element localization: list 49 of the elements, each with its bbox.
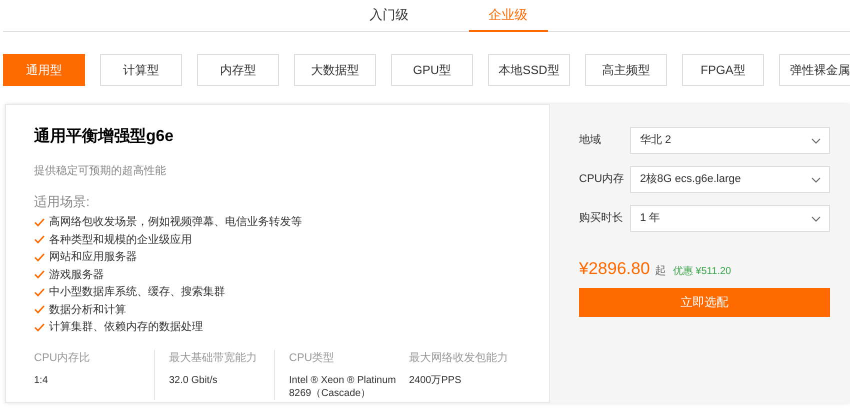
- field-label: 购买时长: [579, 211, 624, 226]
- select-field[interactable]: 华北 2: [630, 127, 830, 154]
- chevron-down-icon: [811, 176, 821, 182]
- category-tab[interactable]: 内存型: [197, 54, 279, 86]
- check-icon: [34, 235, 45, 244]
- scenario-item: 网站和应用服务器: [49, 250, 137, 265]
- tier-tab[interactable]: 入门级: [350, 0, 428, 32]
- spec-label: 最大网络收发包能力: [409, 350, 509, 366]
- scenario-item: 数据分析和计算: [49, 302, 126, 318]
- check-icon: [34, 305, 45, 314]
- select-field[interactable]: 2核8G ecs.g6e.large: [630, 166, 830, 193]
- check-icon: [34, 218, 45, 227]
- select-value: 华北 2: [640, 133, 672, 148]
- category-tab[interactable]: 计算型: [100, 54, 182, 86]
- check-icon: [34, 270, 45, 280]
- select-value: 1 年: [640, 211, 660, 226]
- scenario-item: 各种类型和规模的企业级应用: [49, 232, 192, 248]
- category-tab[interactable]: 高主频型: [585, 54, 667, 86]
- chevron-down-icon: [811, 216, 821, 222]
- category-tab[interactable]: FPGA型: [682, 54, 764, 86]
- category-tab[interactable]: 本地SSD型: [488, 54, 570, 86]
- check-icon: [34, 252, 45, 262]
- scenario-item: 中小型数据库系统、缓存、搜索集群: [49, 284, 225, 300]
- spec-label: CPU类型: [289, 350, 336, 366]
- scenario-item: 高网络包收发场景，例如视频弹幕、电信业务转发等: [49, 214, 302, 230]
- discount: 优惠 ¥511.20: [672, 264, 732, 279]
- spec-label: 最大基础带宽能力: [169, 350, 258, 366]
- price-suffix: 起: [654, 264, 666, 279]
- chevron-down-icon: [811, 138, 821, 144]
- field-label: CPU内存: [579, 172, 626, 188]
- price: ¥2896.80: [579, 258, 650, 280]
- spec-value: Intel ® Xeon ® Platinum 8269（Cascade）: [289, 374, 398, 400]
- field-label: 地域: [579, 133, 602, 148]
- select-value: 2核8G ecs.g6e.large: [640, 172, 741, 188]
- scenarios-heading: 适用场景:: [34, 192, 91, 210]
- category-tab[interactable]: 弹性裸金属: [779, 54, 850, 86]
- product-subtitle: 提供稳定可预期的超高性能: [34, 164, 167, 179]
- spec-value: 32.0 Gbit/s: [169, 374, 218, 387]
- spec-value: 1:4: [34, 374, 49, 387]
- check-icon: [34, 322, 45, 332]
- product-title: 通用平衡增强型g6e: [34, 126, 175, 147]
- category-tab[interactable]: 大数据型: [294, 54, 376, 86]
- spec-label: CPU内存比: [34, 350, 92, 366]
- select-field[interactable]: 1 年: [630, 205, 830, 232]
- scenario-item: 游戏服务器: [49, 268, 104, 282]
- check-icon: [34, 288, 45, 297]
- spec-value: 2400万PPS: [409, 374, 462, 387]
- scenario-item: 计算集群、依赖内存的数据处理: [49, 320, 203, 335]
- category-tab[interactable]: GPU型: [391, 54, 473, 86]
